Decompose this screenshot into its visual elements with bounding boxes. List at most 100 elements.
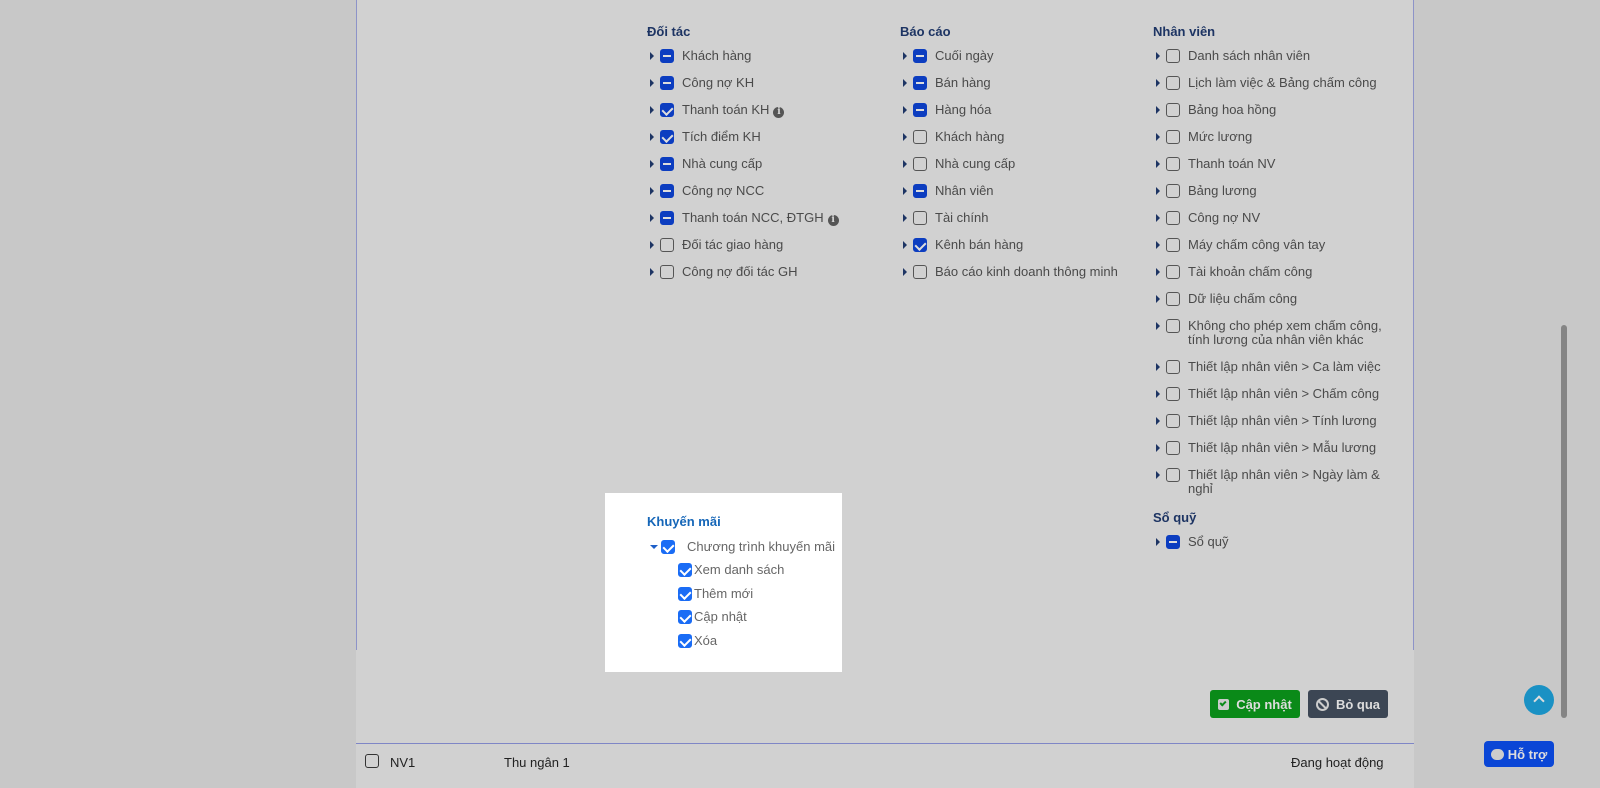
caret-right-icon[interactable] [650,133,654,141]
checkbox[interactable] [913,184,927,198]
permission-item-thiet-lap-nhan-vien-cham-cong[interactable]: Thiết lập nhân viên > Chấm công [1156,387,1386,401]
caret-down-icon[interactable] [650,545,658,549]
caret-right-icon[interactable] [1156,214,1160,222]
checkbox[interactable] [660,157,674,171]
permission-item-tich-diem-kh[interactable]: Tích điểm KH [650,130,880,144]
permission-item-kenh-ban-hang[interactable]: Kênh bán hàng [903,238,1133,252]
checkbox[interactable] [660,49,674,63]
caret-right-icon[interactable] [903,241,907,249]
caret-right-icon[interactable] [903,133,907,141]
caret-right-icon[interactable] [1156,390,1160,398]
caret-right-icon[interactable] [1156,322,1160,330]
caret-right-icon[interactable] [1156,160,1160,168]
checkbox[interactable] [1166,76,1180,90]
permission-item-cong-no-kh[interactable]: Công nợ KH [650,76,880,90]
checkbox[interactable] [1166,157,1180,171]
caret-right-icon[interactable] [1156,52,1160,60]
caret-right-icon[interactable] [650,241,654,249]
scrollbar[interactable] [1560,0,1568,788]
checkbox[interactable] [660,265,674,279]
permission-item-khach-hang[interactable]: Khách hàng [650,49,880,63]
caret-right-icon[interactable] [1156,444,1160,452]
checkbox[interactable] [1166,211,1180,225]
permission-item-thiet-lap-nhan-vien-ngay-lam-nghi[interactable]: Thiết lập nhân viên > Ngày làm & nghỉ [1156,468,1386,496]
checkbox[interactable] [913,265,927,279]
permission-item-bao-cao-kinh-doanh-thong-minh[interactable]: Báo cáo kinh doanh thông minh [903,265,1133,279]
permission-item-khach-hang[interactable]: Khách hàng [903,130,1133,144]
checkbox[interactable] [660,211,674,225]
checkbox[interactable] [913,76,927,90]
permission-item-nha-cung-cap[interactable]: Nhà cung cấp [903,157,1133,171]
caret-right-icon[interactable] [1156,471,1160,479]
caret-right-icon[interactable] [1156,79,1160,87]
caret-right-icon[interactable] [1156,363,1160,371]
checkbox[interactable] [678,563,692,577]
caret-right-icon[interactable] [903,160,907,168]
caret-right-icon[interactable] [903,106,907,114]
checkbox[interactable] [1166,292,1180,306]
permission-item-cong-no-doi-tac-gh[interactable]: Công nợ đối tác GH [650,265,880,279]
permission-item-xem-danh-sach[interactable]: Xem danh sách [678,563,784,577]
permission-item-nha-cung-cap[interactable]: Nhà cung cấp [650,157,880,171]
checkbox[interactable] [1166,414,1180,428]
permission-item-hang-hoa[interactable]: Hàng hóa [903,103,1133,117]
checkbox[interactable] [1166,441,1180,455]
checkbox[interactable] [1166,319,1180,333]
checkbox[interactable] [913,211,927,225]
permission-item-du-lieu-cham-cong[interactable]: Dữ liệu chấm công [1156,292,1386,306]
checkbox[interactable] [1166,238,1180,252]
permission-item-thiet-lap-nhan-vien-ca-lam-viec[interactable]: Thiết lập nhân viên > Ca làm việc [1156,360,1386,374]
support-button[interactable]: Hỗ trợ [1484,741,1554,767]
caret-right-icon[interactable] [903,79,907,87]
permission-item-chuong-trinh-khuyen-mai[interactable]: Chương trình khuyến mãi [650,540,835,554]
permission-item-ban-hang[interactable]: Bán hàng [903,76,1133,90]
info-icon[interactable]: i [773,107,785,118]
permission-item-nhan-vien[interactable]: Nhân viên [903,184,1133,198]
permission-item-thiet-lap-nhan-vien-mau-luong[interactable]: Thiết lập nhân viên > Mẫu lương [1156,441,1386,455]
checkbox[interactable] [1166,130,1180,144]
checkbox[interactable] [661,540,675,554]
permission-item-cong-no-nv[interactable]: Công nợ NV [1156,211,1386,225]
permission-item-so-quy[interactable]: Sổ quỹ [1156,535,1386,549]
caret-right-icon[interactable] [650,52,654,60]
permission-item-thanh-toan-nv[interactable]: Thanh toán NV [1156,157,1386,171]
caret-right-icon[interactable] [903,187,907,195]
permission-item-doi-tac-giao-hang[interactable]: Đối tác giao hàng [650,238,880,252]
checkbox[interactable] [1166,184,1180,198]
permission-item-muc-luong[interactable]: Mức lương [1156,130,1386,144]
caret-right-icon[interactable] [1156,538,1160,546]
checkbox[interactable] [660,76,674,90]
cancel-button[interactable]: Bỏ qua [1308,690,1388,718]
checkbox[interactable] [660,130,674,144]
permission-item-xoa[interactable]: Xóa [678,634,717,649]
checkbox[interactable] [1166,360,1180,374]
caret-right-icon[interactable] [903,268,907,276]
caret-right-icon[interactable] [1156,133,1160,141]
caret-right-icon[interactable] [650,106,654,114]
caret-right-icon[interactable] [650,187,654,195]
permission-item-cap-nhat[interactable]: Cập nhật [678,610,747,625]
checkbox[interactable] [678,634,692,649]
permission-item-lich-lam-viec-bang-cham-cong[interactable]: Lịch làm việc & Bảng chấm công [1156,76,1386,90]
caret-right-icon[interactable] [650,79,654,87]
permission-item-bang-hoa-hong[interactable]: Bảng hoa hồng [1156,103,1386,117]
save-button[interactable]: Cập nhật [1210,690,1300,718]
caret-right-icon[interactable] [650,214,654,222]
checkbox[interactable] [678,610,692,625]
checkbox[interactable] [913,130,927,144]
permission-item-thanh-toan-ncc-dtgh[interactable]: Thanh toán NCC, ĐTGH i [650,211,880,226]
checkbox[interactable] [1166,103,1180,117]
permission-item-danh-sach-nhan-vien[interactable]: Danh sách nhân viên [1156,49,1386,63]
checkbox[interactable] [1166,49,1180,63]
checkbox[interactable] [660,103,674,117]
permission-item-thanh-toan-kh[interactable]: Thanh toán KH i [650,103,880,118]
caret-right-icon[interactable] [650,160,654,168]
caret-right-icon[interactable] [1156,268,1160,276]
permission-item-cuoi-ngay[interactable]: Cuối ngày [903,49,1133,63]
caret-right-icon[interactable] [650,268,654,276]
permission-item-may-cham-cong-van-tay[interactable]: Máy chấm công vân tay [1156,238,1386,252]
caret-right-icon[interactable] [1156,241,1160,249]
checkbox[interactable] [913,49,927,63]
permission-item-them-moi[interactable]: Thêm mới [678,586,753,601]
checkbox[interactable] [1166,387,1180,401]
